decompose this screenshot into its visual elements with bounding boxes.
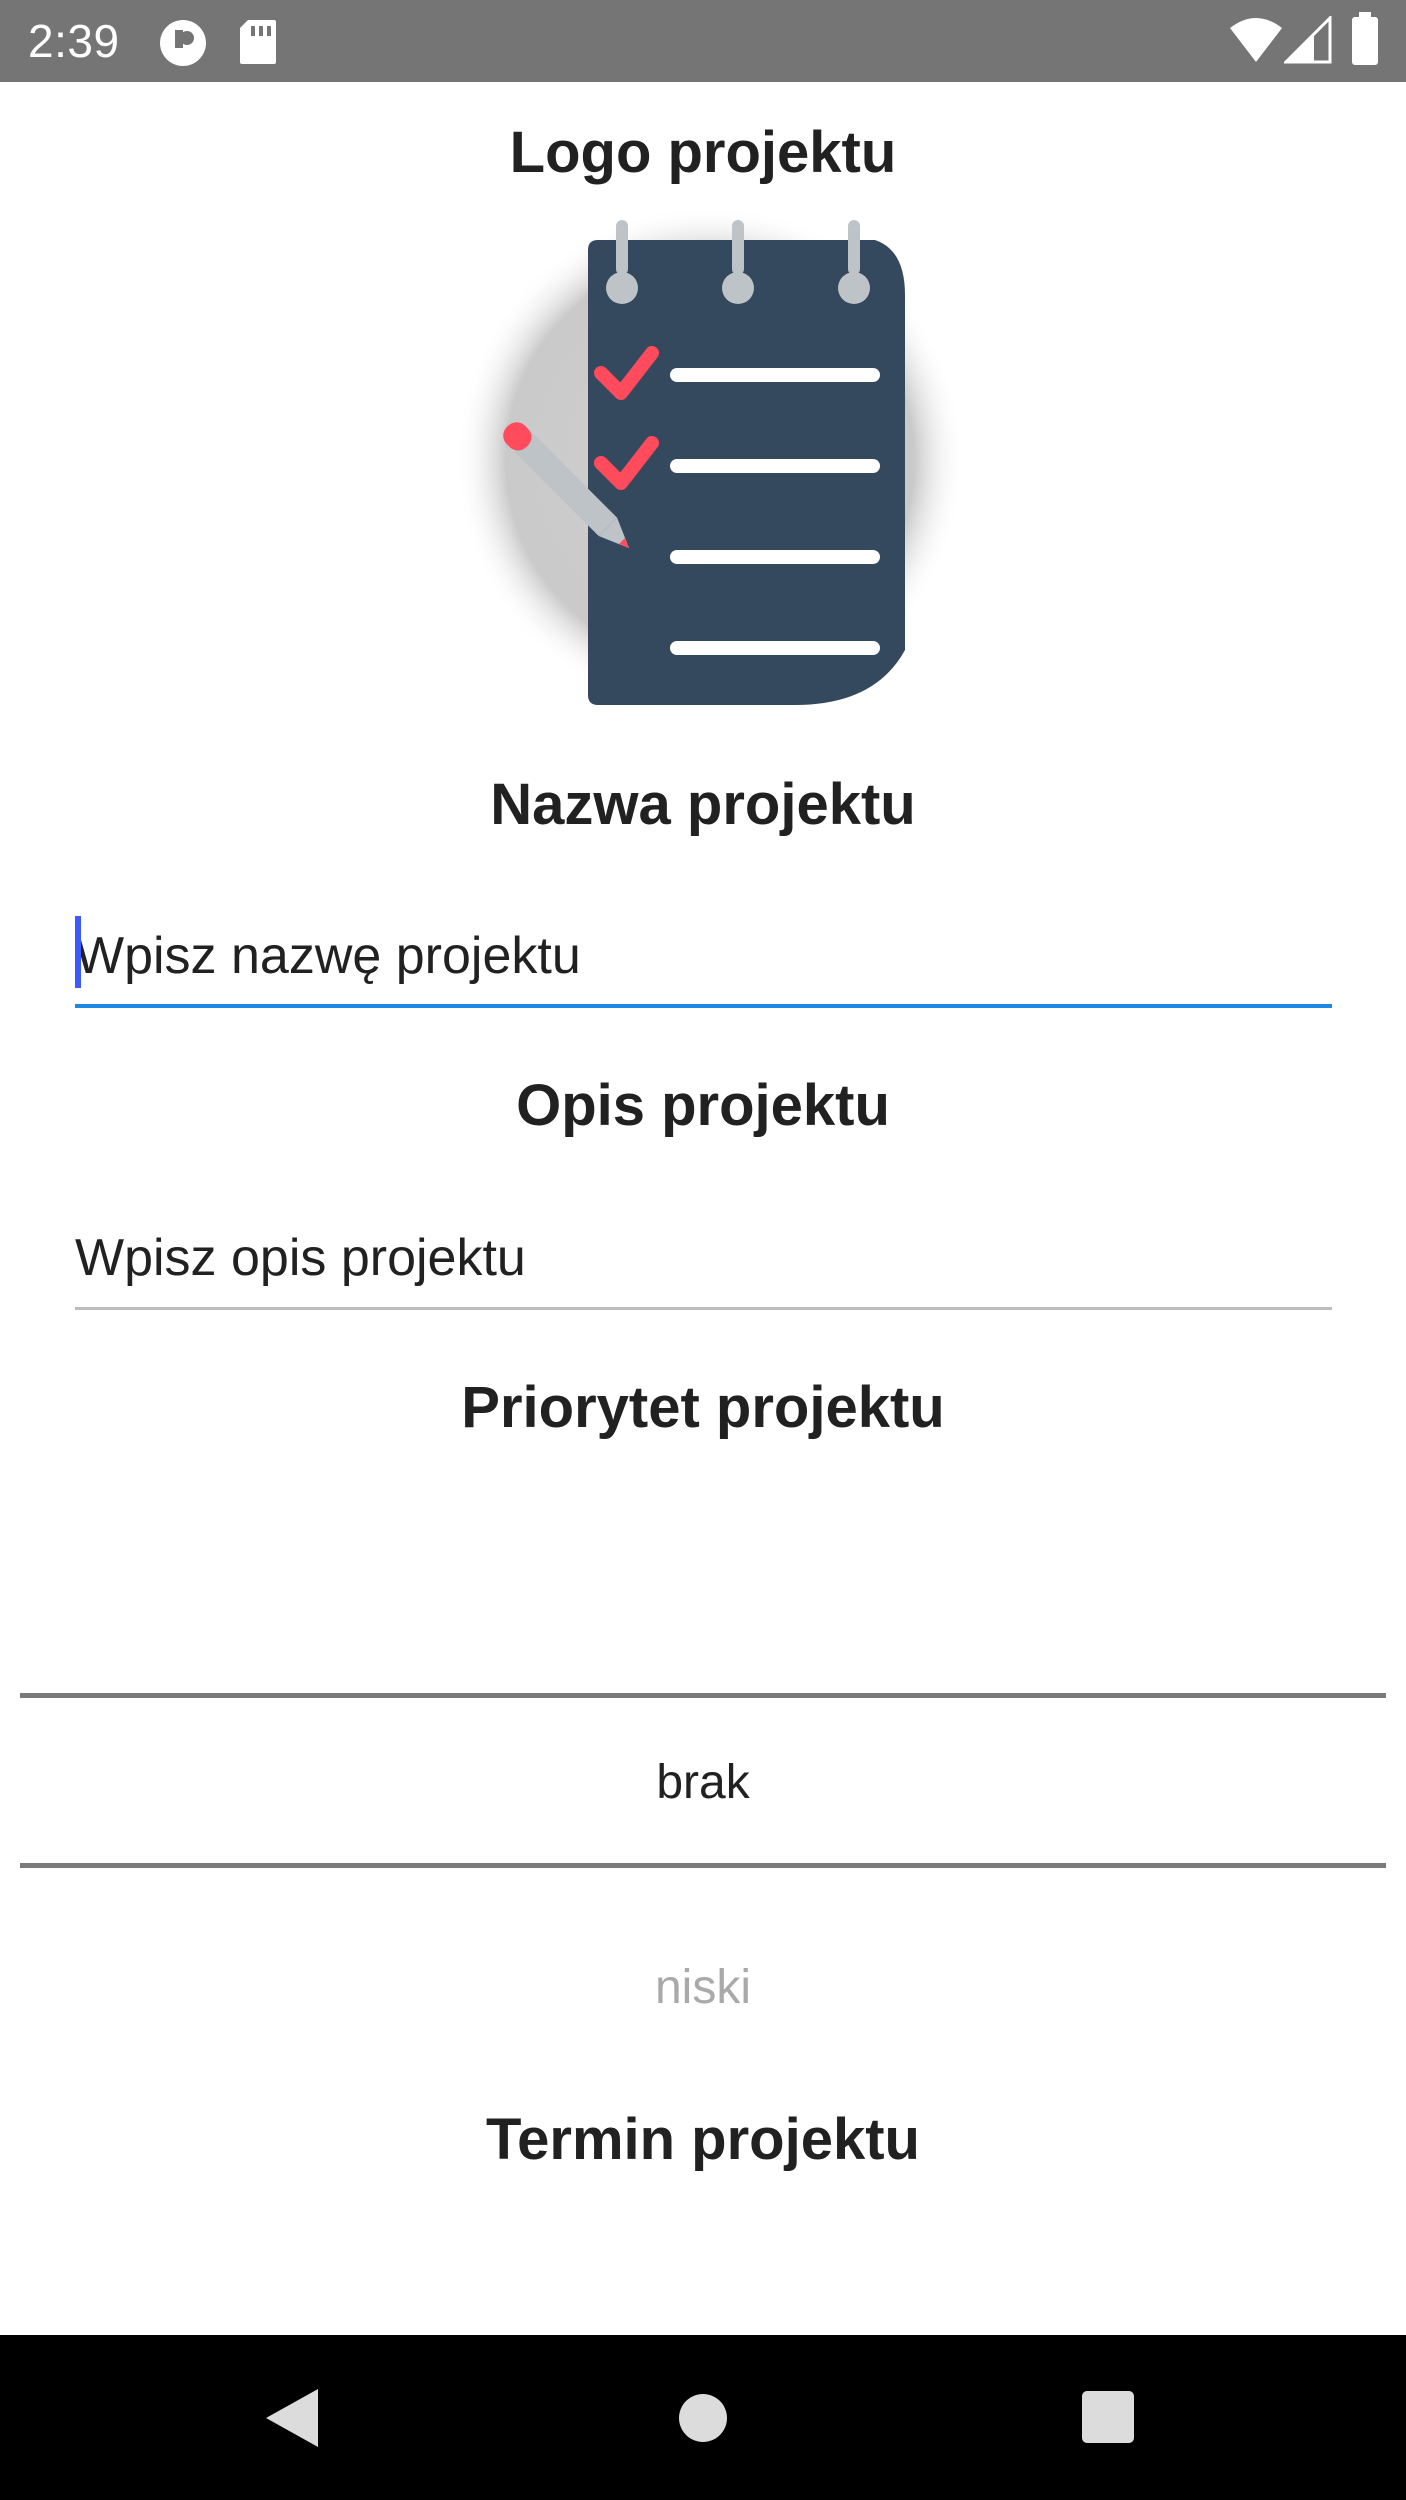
priority-heading: Priorytet projektu [461,1375,945,1440]
picker-option-next[interactable]: niski [0,1958,1406,2018]
project-name-field[interactable] [75,904,1332,1008]
sd-card-icon [238,18,278,71]
app-notification-icon [158,18,208,73]
name-heading: Nazwa projektu [490,772,916,837]
description-underline [75,1307,1332,1310]
recents-icon[interactable] [1082,2391,1134,2448]
status-bar: 2:39 [0,0,1406,82]
home-icon[interactable] [678,2393,728,2448]
project-description-field[interactable] [75,1206,1332,1310]
project-description-input[interactable] [75,1206,1332,1310]
picker-bottom-divider [20,1863,1386,1868]
wifi-icon [1228,16,1284,69]
cell-signal-icon [1282,14,1332,69]
text-cursor [75,916,81,988]
status-time: 2:39 [28,15,120,67]
navigation-bar [0,2335,1406,2500]
picker-top-divider [20,1693,1386,1698]
project-logo[interactable] [455,205,965,715]
notepad-checklist-icon [455,205,965,715]
project-name-input[interactable] [75,904,1332,1008]
deadline-heading: Termin projektu [486,2107,920,2172]
description-heading: Opis projektu [516,1073,890,1138]
back-icon[interactable] [262,2387,322,2454]
priority-picker[interactable]: brak niski [0,1640,1406,2060]
name-underline [75,1004,1332,1008]
battery-icon [1350,12,1380,71]
picker-option-selected[interactable]: brak [0,1753,1406,1813]
logo-heading: Logo projektu [509,120,897,185]
